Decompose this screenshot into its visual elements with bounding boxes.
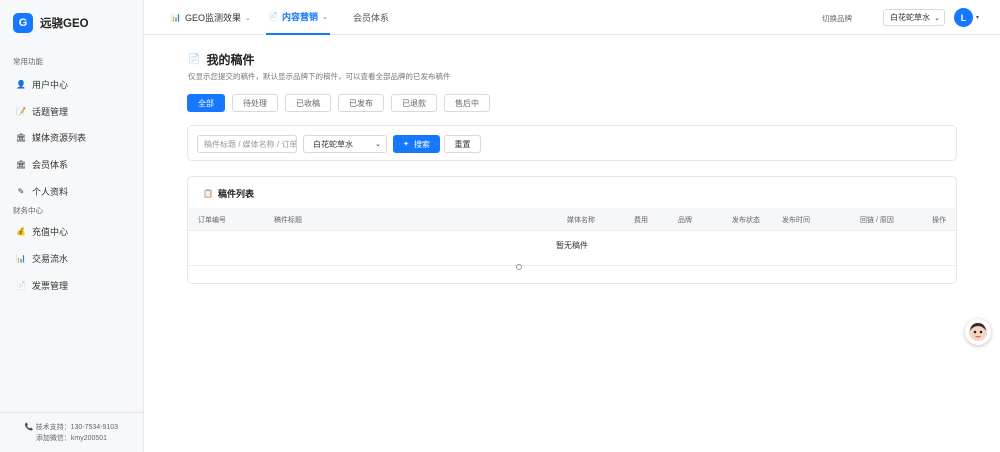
column-actions: 操作: [932, 217, 946, 224]
search-card: 稿件标题 / 媒体名称 / 订单号 白花蛇草水 ⌄ ✦ 搜索 重置: [187, 125, 957, 161]
empty-state: 暂无稿件: [556, 241, 588, 250]
assistant-avatar-icon[interactable]: [965, 319, 991, 345]
top-header: 📊 GEO监测效果 ⌄ 📄 内容营销 ⌄ 会员体系 切换品牌 白花蛇草水 ⌄ L…: [144, 0, 1000, 35]
invoice-icon: 📄: [16, 280, 26, 290]
filter-refunded[interactable]: 已退款: [391, 94, 437, 112]
page-title-text: 我的稿件: [206, 53, 255, 67]
table-title-text: 稿件列表: [217, 189, 254, 199]
sidebar-item-label: 发票管理: [32, 280, 69, 291]
app-name: 远骁GEO: [40, 18, 89, 30]
sidebar-item-label: 充值中心: [32, 227, 69, 238]
media-icon: 🏛: [15, 133, 27, 143]
sidebar-item-label: 会员体系: [32, 159, 69, 170]
brand-switch-label: 切换品牌: [822, 14, 852, 23]
filter-pending[interactable]: 待处理: [232, 94, 278, 112]
tab-label: GEO监测效果: [184, 13, 241, 23]
column-cost: 费用: [634, 217, 648, 224]
filter-after-sales[interactable]: 售后中: [444, 94, 490, 112]
tab-label: 会员体系: [353, 13, 390, 23]
brand-select[interactable]: 白花蛇草水 ⌄: [883, 9, 945, 26]
search-button[interactable]: ✦ 搜索: [393, 135, 440, 153]
sidebar-item-label: 交易流水: [32, 253, 69, 264]
column-brand: 品牌: [678, 217, 692, 224]
chart-icon: 📊: [171, 13, 181, 22]
sidebar-item-recharge[interactable]: 💰 充值中心: [0, 218, 143, 245]
column-backlink: 回链 / 原因: [860, 217, 894, 224]
sidebar: G 远骁GEO 常用功能 👤 用户中心 📝 话题管理 🏛 媒体资源列表 🏛 会员…: [0, 0, 144, 452]
manuscript-table-card: 📋 稿件列表 订单编号 稿件标题 媒体名称 费用 品牌 发布状态 发布时间 回链…: [187, 176, 957, 284]
page-subtitle: 仅显示您提交的稿件，默认显示品牌下的稿件，可以查看全部品牌的已发布稿件: [188, 72, 451, 81]
chevron-down-icon: ⌄: [321, 13, 328, 21]
sidebar-item-topics[interactable]: 📝 话题管理: [0, 98, 143, 125]
search-input[interactable]: 稿件标题 / 媒体名称 / 订单号: [197, 135, 297, 153]
profile-icon: ✎: [17, 186, 25, 196]
tab-membership[interactable]: 会员体系: [353, 0, 389, 35]
chevron-down-icon[interactable]: ▾: [976, 14, 979, 21]
money-bag-icon: 💰: [16, 227, 26, 237]
user-icon: 👤: [16, 79, 26, 89]
page-title: 📄 我的稿件: [188, 51, 254, 68]
column-title: 稿件标题: [274, 217, 302, 224]
search-icon: ✦: [403, 141, 409, 148]
status-filters: 全部 待处理 已收稿 已发布 已退款 售后中: [187, 94, 497, 112]
tab-label: 内容营销: [281, 12, 318, 22]
filter-all[interactable]: 全部: [187, 94, 225, 112]
sidebar-item-label: 个人资料: [32, 186, 69, 197]
topic-icon: 📝: [16, 106, 26, 116]
sidebar-item-media[interactable]: 🏛 媒体资源列表: [0, 124, 143, 151]
sidebar-item-label: 用户中心: [32, 79, 69, 90]
chevron-down-icon: ⌄: [934, 14, 940, 22]
filter-published[interactable]: 已发布: [338, 94, 384, 112]
column-order-id: 订单编号: [198, 217, 226, 224]
sidebar-item-user-center[interactable]: 👤 用户中心: [0, 71, 143, 98]
support-wechat: 添加微信：kmy200501: [35, 435, 108, 442]
document-icon: 📄: [188, 54, 201, 65]
logo-badge: G: [13, 13, 33, 33]
table-title: 📋 稿件列表: [203, 187, 254, 200]
sidebar-item-invoices[interactable]: 📄 发票管理: [0, 272, 143, 299]
sidebar-item-label: 话题管理: [32, 106, 69, 117]
member-icon: 🏛: [15, 159, 27, 169]
document-icon: 📄: [268, 12, 278, 21]
section-title-common: 常用功能: [13, 57, 43, 66]
avatar[interactable]: L: [954, 8, 973, 27]
support-phone: 技术支持：130-7534-9103: [35, 424, 119, 431]
support-info: 📞 技术支持：130-7534-9103 添加微信：kmy200501: [0, 412, 143, 444]
clipboard-icon: 📋: [203, 189, 213, 198]
chevron-down-icon: ⌄: [244, 14, 251, 22]
sidebar-item-membership[interactable]: 🏛 会员体系: [0, 151, 143, 178]
brand-filter-value: 白花蛇草水: [313, 139, 353, 149]
divider: [188, 265, 956, 266]
tab-geo-monitoring[interactable]: 📊 GEO监测效果 ⌄: [171, 0, 251, 35]
filter-received[interactable]: 已收稿: [285, 94, 331, 112]
brand-select-value: 白花蛇草水: [890, 13, 930, 22]
column-publish-time: 发布时间: [782, 217, 810, 224]
loading-spinner-icon: [516, 264, 522, 270]
column-status: 发布状态: [732, 217, 760, 224]
sidebar-item-label: 媒体资源列表: [32, 133, 87, 144]
phone-icon: 📞: [24, 424, 34, 431]
sidebar-item-profile[interactable]: ✎ 个人资料: [0, 178, 143, 205]
chart-icon: 📊: [16, 253, 26, 263]
tab-content-marketing[interactable]: 📄 内容营销 ⌄: [266, 0, 330, 35]
section-title-finance: 财务中心: [13, 206, 43, 216]
chevron-down-icon: ⌄: [375, 141, 381, 148]
table-header: 订单编号 稿件标题 媒体名称 费用 品牌 发布状态 发布时间 回链 / 原因 操…: [188, 208, 956, 231]
logo[interactable]: G 远骁GEO: [0, 0, 143, 46]
search-button-label: 搜索: [413, 139, 430, 149]
brand-filter-select[interactable]: 白花蛇草水 ⌄: [303, 135, 387, 153]
sidebar-item-transactions[interactable]: 📊 交易流水: [0, 245, 143, 272]
column-media: 媒体名称: [567, 217, 595, 224]
reset-button[interactable]: 重置: [444, 135, 481, 153]
